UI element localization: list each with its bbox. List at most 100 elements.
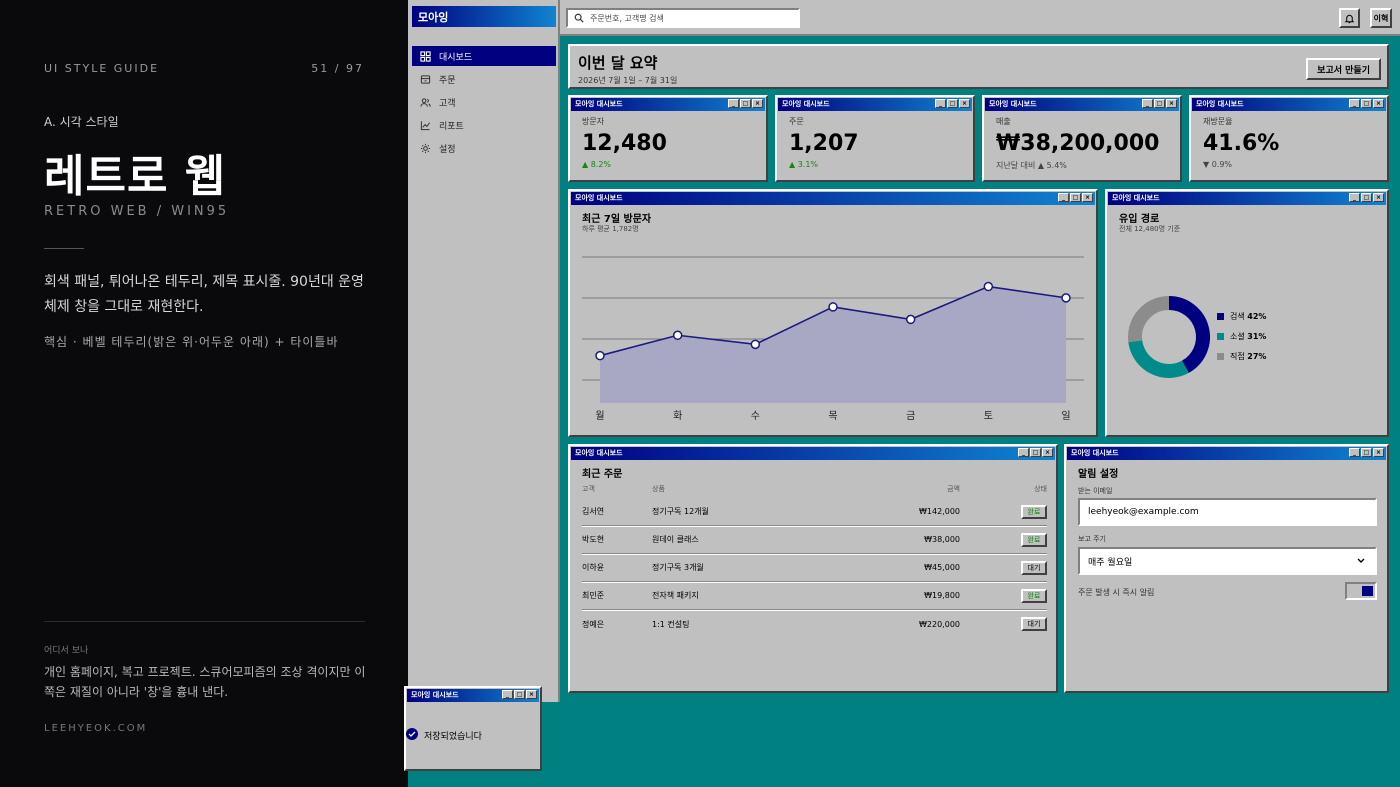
kpi-window-visitors: 모아잉 대시보드 _ □ × 방문자 12,480 ▲ 8.2%	[568, 95, 768, 182]
check-circle-icon	[406, 728, 418, 740]
sidebar-item-reports[interactable]: 리포트	[412, 115, 556, 135]
legend-value: 27%	[1247, 352, 1267, 361]
legend-swatch	[1217, 333, 1224, 340]
table-row[interactable]: 박도현 원데이 클래스 ₩38,000 완료	[582, 526, 1047, 554]
window-titlebar: 모아잉 대시보드 _ □ ×	[407, 689, 539, 702]
guide-description: 회색 패널, 튀어나온 테두리, 제목 표시줄. 90년대 운영체제 창을 그대…	[44, 274, 364, 315]
maximize-icon[interactable]: □	[514, 690, 525, 699]
close-icon[interactable]: ×	[1373, 448, 1384, 457]
period-label: 보고 주기	[1078, 535, 1106, 543]
panel-subtitle: 전체 12,480명 기준	[1119, 225, 1181, 233]
minimize-icon[interactable]: _	[1349, 99, 1360, 108]
alerts-window: 모아잉 대시보드 _ □ × 알림 설정 받는 이메일 leehyeok@exampl…	[1064, 444, 1389, 693]
window-titlebar: 모아잉 대시보드 _ □ ×	[571, 447, 1055, 460]
minimize-icon[interactable]: _	[1058, 193, 1069, 202]
minimize-icon[interactable]: _	[502, 690, 513, 699]
maximize-icon[interactable]: □	[1030, 448, 1041, 457]
panel-title: 알림 설정	[1078, 469, 1119, 480]
x-tick-label: 목	[828, 410, 837, 422]
guide-site: LEEHYEOK.COM	[44, 723, 148, 734]
user-button[interactable]: 이혁	[1370, 8, 1392, 28]
search-input[interactable]: 주문번호, 고객명 검색	[566, 8, 800, 28]
period-value: 매주 월요일	[1088, 557, 1133, 568]
maximize-icon[interactable]: □	[1154, 99, 1165, 108]
close-icon[interactable]: ×	[526, 690, 537, 699]
donut-slice	[1128, 339, 1189, 378]
sidebar-item-dashboard[interactable]: 대시보드	[412, 46, 556, 66]
table-row[interactable]: 김서연 정기구독 12개월 ₩142,000 완료	[582, 498, 1047, 526]
minimize-icon[interactable]: _	[1142, 99, 1153, 108]
sidebar-item-label: 고객	[439, 98, 456, 109]
maximize-icon[interactable]: □	[1361, 99, 1372, 108]
minimize-icon[interactable]: _	[1349, 448, 1360, 457]
close-icon[interactable]: ×	[1042, 448, 1053, 457]
minimize-icon[interactable]: _	[1018, 448, 1029, 457]
sidebar-item-customers[interactable]: 고객	[412, 92, 556, 112]
maximize-icon[interactable]: □	[1361, 448, 1372, 457]
notifications-button[interactable]	[1339, 8, 1360, 28]
legend-value: 42%	[1247, 312, 1267, 321]
column-header: 상품	[652, 485, 665, 493]
sidebar-item-orders[interactable]: 주문	[412, 69, 556, 89]
close-icon[interactable]: ×	[1373, 99, 1384, 108]
data-point	[750, 339, 761, 350]
maximize-icon[interactable]: □	[1070, 193, 1081, 202]
table-row[interactable]: 이하윤 정기구독 3개월 ₩45,000 대기	[582, 554, 1047, 582]
window-title: 모아잉 대시보드	[575, 100, 623, 108]
sidebar-item-label: 대시보드	[439, 52, 473, 63]
window-title: 모아잉 대시보드	[989, 100, 1037, 108]
window-titlebar: 모아잉 대시보드 _ □ ×	[1067, 447, 1386, 460]
maximize-icon[interactable]: □	[1361, 193, 1372, 202]
email-field[interactable]: leehyeok@example.com	[1078, 498, 1377, 526]
minimize-icon[interactable]: _	[728, 99, 739, 108]
kpi-change: ▼ 0.9%	[1203, 160, 1233, 169]
box-icon	[420, 74, 431, 84]
legend-swatch	[1217, 313, 1224, 320]
kpi-window-orders: 모아잉 대시보드 _ □ × 주문 1,207 ▲ 3.1%	[775, 95, 975, 182]
column-header: 고객	[582, 485, 595, 493]
toast-message: 저장되었습니다	[424, 732, 482, 742]
panel-title: 유입 경로	[1119, 214, 1160, 225]
legend-item: 소셜 31%	[1217, 331, 1266, 342]
window-title: 모아잉 대시보드	[1071, 449, 1119, 457]
window-title: 모아잉 대시보드	[1112, 194, 1160, 202]
panel-title: 최근 7일 방문자	[582, 214, 652, 225]
close-icon[interactable]: ×	[752, 99, 763, 108]
table-row[interactable]: 정예은 1:1 컨설팅 ₩220,000 대기	[582, 610, 1047, 638]
close-icon[interactable]: ×	[1082, 193, 1093, 202]
instant-alert-toggle[interactable]	[1345, 582, 1377, 600]
guide-header: UI STYLE GUIDE 51 / 97	[44, 62, 364, 75]
column-header: 금액	[947, 485, 960, 493]
close-icon[interactable]: ×	[1373, 193, 1384, 202]
minimize-icon[interactable]: _	[1349, 193, 1360, 202]
order-amount: ₩38,000	[924, 535, 960, 544]
order-customer: 정예은	[582, 619, 605, 629]
window-titlebar: 모아잉 대시보드 _ □ ×	[1192, 98, 1386, 111]
close-icon[interactable]: ×	[1166, 99, 1177, 108]
minimize-icon[interactable]: _	[935, 99, 946, 108]
order-amount: ₩45,000	[924, 563, 960, 572]
kpi-label: 주문	[789, 117, 804, 126]
window-title: 모아잉 대시보드	[575, 194, 623, 202]
create-report-button[interactable]: 보고서 만들기	[1306, 58, 1381, 80]
maximize-icon[interactable]: □	[740, 99, 751, 108]
style-guide-panel: UI STYLE GUIDE 51 / 97 A. 시각 스타일 레트로 웹 R…	[0, 0, 408, 787]
kpi-value: ₩38,200,000	[996, 131, 1160, 156]
source-chart-window: 모아잉 대시보드 _ □ × 유입 경로 전체 12,480명 기준 검색 42% 소…	[1105, 189, 1389, 437]
table-row[interactable]: 최민준 전자책 패키지 ₩19,800 완료	[582, 582, 1047, 610]
orders-window: 모아잉 대시보드 _ □ × 최근 주문 고객 상품 금액 상태 김서연 정기구독 12…	[568, 444, 1058, 693]
guide-divider	[44, 248, 84, 249]
order-customer: 이하윤	[582, 563, 605, 572]
kpi-window-revenue: 모아잉 대시보드 _ □ × 매출 ₩38,200,000 지난달 대비 ▲ 5.4%	[982, 95, 1182, 182]
sidebar-item-label: 설정	[439, 144, 456, 155]
guide-subtitle: RETRO WEB / WIN95	[44, 204, 230, 219]
kpi-value: 41.6%	[1203, 131, 1280, 156]
close-icon[interactable]: ×	[959, 99, 970, 108]
period-select[interactable]: 매주 월요일	[1078, 547, 1377, 575]
sidebar-item-settings[interactable]: 설정	[412, 138, 556, 158]
legend-item: 검색 42%	[1217, 311, 1266, 322]
visitors-chart-window: 모아잉 대시보드 _ □ × 최근 7일 방문자 하루 평균 1,782명 월 화 수 목 금…	[568, 189, 1098, 437]
maximize-icon[interactable]: □	[947, 99, 958, 108]
status-badge: 대기	[1021, 560, 1047, 575]
donut-legend: 검색 42% 소셜 31% 직접 27%	[1217, 311, 1266, 371]
